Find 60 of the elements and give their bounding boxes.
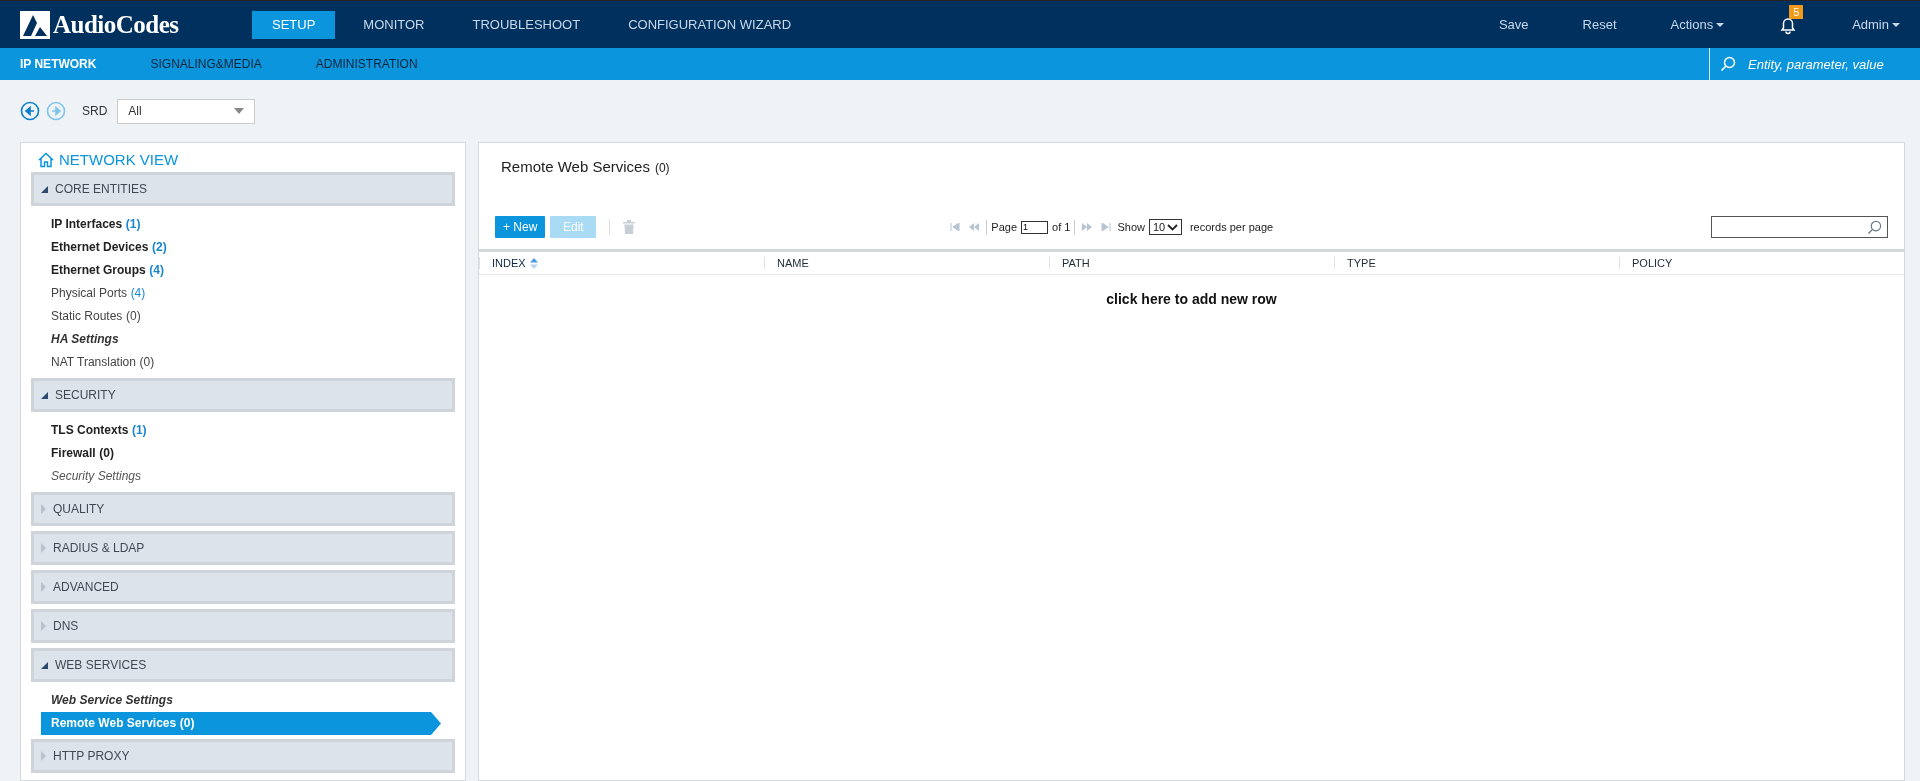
back-icon[interactable] <box>20 101 40 121</box>
page-total: of 1 <box>1052 221 1071 233</box>
section-header[interactable]: WEB SERVICES <box>31 648 455 682</box>
home-icon <box>38 151 54 168</box>
header-action[interactable]: Reset <box>1582 17 1617 32</box>
column-header[interactable]: NAME <box>777 257 809 269</box>
page-input[interactable]: 1 <box>1021 220 1049 234</box>
panel-title: NETWORK VIEW <box>59 151 179 168</box>
srd-label: SRD <box>82 104 108 118</box>
sub-tab[interactable]: ADMINISTRATION <box>315 48 438 80</box>
column-header[interactable]: TYPE <box>1347 257 1376 269</box>
nav-item[interactable]: NAT Translation (0) <box>31 351 455 374</box>
nav-item[interactable]: Physical Ports (4) <box>31 282 455 305</box>
header-action[interactable]: Actions <box>1670 17 1725 32</box>
search-icon <box>1867 219 1882 235</box>
notification-badge: 5 <box>1789 4 1804 19</box>
table-search-field[interactable] <box>1711 216 1888 238</box>
column-header[interactable]: PATH <box>1062 257 1090 269</box>
section-header[interactable]: DNS <box>31 609 455 643</box>
section-header[interactable]: QUALITY <box>31 492 455 526</box>
section-header[interactable]: ADVANCED <box>31 570 455 604</box>
header-action[interactable]: Save <box>1498 17 1529 32</box>
column-header[interactable]: POLICY <box>1632 257 1673 269</box>
page-title: Remote Web Services <box>501 158 650 175</box>
top-tab[interactable]: MONITOR <box>343 10 445 39</box>
column-header[interactable]: INDEX <box>492 257 526 269</box>
nav-item[interactable]: IP Interfaces (1) <box>31 213 455 236</box>
search-icon <box>1720 56 1736 72</box>
page-label: Page <box>991 221 1018 233</box>
section-header[interactable]: RADIUS & LDAP <box>31 531 455 565</box>
next-page-icon[interactable] <box>1081 223 1094 231</box>
show-label: Show <box>1117 221 1145 233</box>
logo-text: AudioCodes <box>53 10 179 39</box>
nav-item[interactable]: HA Settings <box>31 328 455 351</box>
first-page-icon[interactable] <box>950 223 961 231</box>
records-per-page-label: records per page <box>1189 221 1274 233</box>
user-menu[interactable]: Admin <box>1852 17 1900 32</box>
srd-dropdown[interactable]: All <box>117 98 256 124</box>
page-size-dropdown[interactable]: 10 <box>1148 219 1182 235</box>
top-tab[interactable]: TROUBLESHOOT <box>452 10 601 39</box>
add-row-link[interactable]: click here to add new row <box>1106 275 1277 307</box>
sub-tab[interactable]: SIGNALING&MEDIA <box>150 48 282 80</box>
record-count: (0) <box>654 161 670 175</box>
sort-icon[interactable] <box>529 257 538 269</box>
logo-icon <box>20 10 50 39</box>
previous-page-icon[interactable] <box>968 223 981 231</box>
last-page-icon[interactable] <box>1101 223 1112 231</box>
nav-item[interactable]: Static Routes (0) <box>31 305 455 328</box>
nav-item[interactable]: Web Service Settings <box>31 689 455 712</box>
nav-item[interactable]: Firewall (0) <box>31 442 455 465</box>
nav-item[interactable]: TLS Contexts (1) <box>31 419 455 442</box>
section-header[interactable]: SECURITY <box>31 378 455 412</box>
nav-item[interactable]: Ethernet Groups (4) <box>31 259 455 282</box>
chevron-down-icon <box>1166 223 1178 231</box>
nav-item[interactable]: Ethernet Devices (2) <box>31 236 455 259</box>
nav-item[interactable]: Security Settings <box>31 465 455 488</box>
section-header[interactable]: HTTP PROXY <box>31 739 455 773</box>
top-tab[interactable]: CONFIGURATION WIZARD <box>608 10 812 39</box>
search-field[interactable]: Entity, parameter, value <box>1746 55 1910 73</box>
section-header[interactable]: CORE ENTITIES <box>31 172 455 206</box>
